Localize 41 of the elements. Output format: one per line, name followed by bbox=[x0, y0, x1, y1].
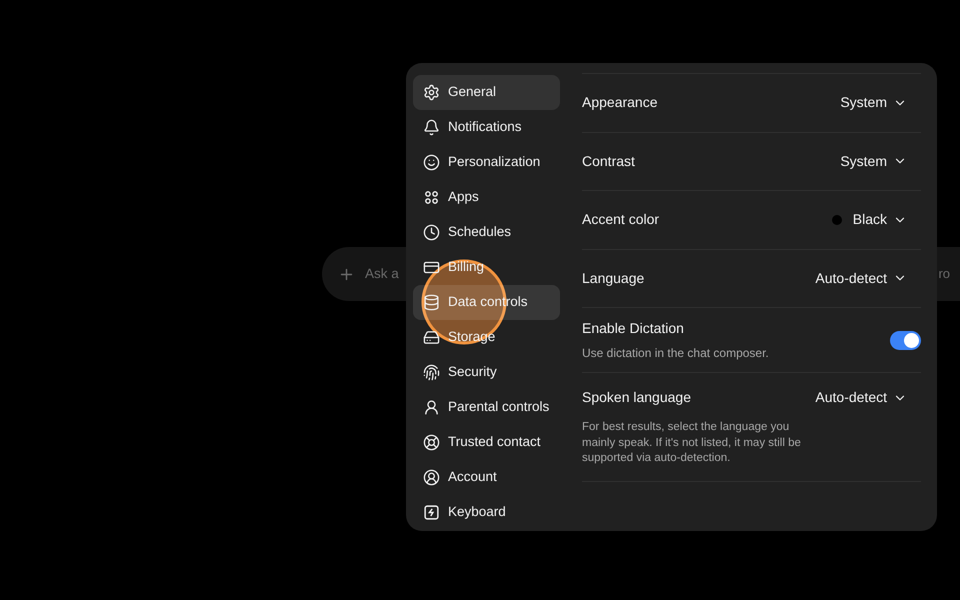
bolt-icon bbox=[423, 504, 440, 521]
dropdown-button[interactable]: Auto-detect bbox=[815, 268, 921, 289]
bell-icon bbox=[423, 119, 440, 136]
dropdown-button[interactable]: System bbox=[840, 150, 921, 172]
setting-label: Appearance bbox=[582, 93, 658, 112]
dropdown-button[interactable]: Auto-detect bbox=[815, 387, 921, 408]
dropdown-button[interactable]: Black bbox=[832, 209, 921, 230]
card-icon bbox=[423, 259, 440, 276]
composer-label: ro bbox=[938, 265, 950, 284]
setting-label: Language bbox=[582, 268, 644, 288]
user-circle-icon bbox=[423, 469, 440, 486]
sidebar-item[interactable]: Parental controls bbox=[413, 390, 560, 425]
sidebar-item[interactable]: Account bbox=[413, 460, 560, 495]
person-icon bbox=[423, 399, 440, 416]
clock-icon bbox=[423, 224, 440, 241]
setting-description: Use dictation in the chat composer. bbox=[582, 345, 769, 362]
sidebar-item[interactable]: General bbox=[413, 75, 560, 110]
setting-description: For best results, select the language you mainly speak. If it's not listed, it may still be supported via auto-detection. bbox=[582, 420, 802, 466]
setting-label: Enable Dictation bbox=[582, 319, 685, 338]
settings-icon bbox=[423, 84, 440, 101]
sidebar-item[interactable]: Billing bbox=[413, 250, 560, 285]
lifebuoy-icon bbox=[423, 434, 440, 451]
sidebar-item[interactable]: Notifications bbox=[413, 110, 560, 145]
sidebar-item[interactable]: Storage bbox=[413, 320, 560, 355]
drive-icon bbox=[423, 329, 440, 346]
apps-icon bbox=[423, 189, 440, 206]
setting-label: Contrast bbox=[582, 152, 635, 171]
sidebar-item[interactable]: Keyboard bbox=[413, 495, 560, 530]
sidebar-item[interactable]: Apps bbox=[413, 180, 560, 215]
setting-label: Accent color bbox=[582, 210, 660, 230]
sidebar-item[interactable]: Trusted contact bbox=[413, 425, 560, 460]
sidebar-item[interactable]: Personalization bbox=[413, 145, 560, 180]
sidebar-item[interactable]: Schedules bbox=[413, 215, 560, 250]
fingerprint-icon bbox=[423, 364, 440, 381]
dropdown-button[interactable]: System bbox=[840, 92, 921, 114]
database-icon bbox=[423, 294, 440, 311]
toggle-switch[interactable] bbox=[890, 330, 921, 350]
setting-label: Spoken language bbox=[582, 388, 691, 407]
smile-icon bbox=[423, 154, 440, 171]
input-field[interactable]: Ask a bbox=[365, 264, 405, 284]
sidebar-item[interactable]: Security bbox=[413, 355, 560, 390]
